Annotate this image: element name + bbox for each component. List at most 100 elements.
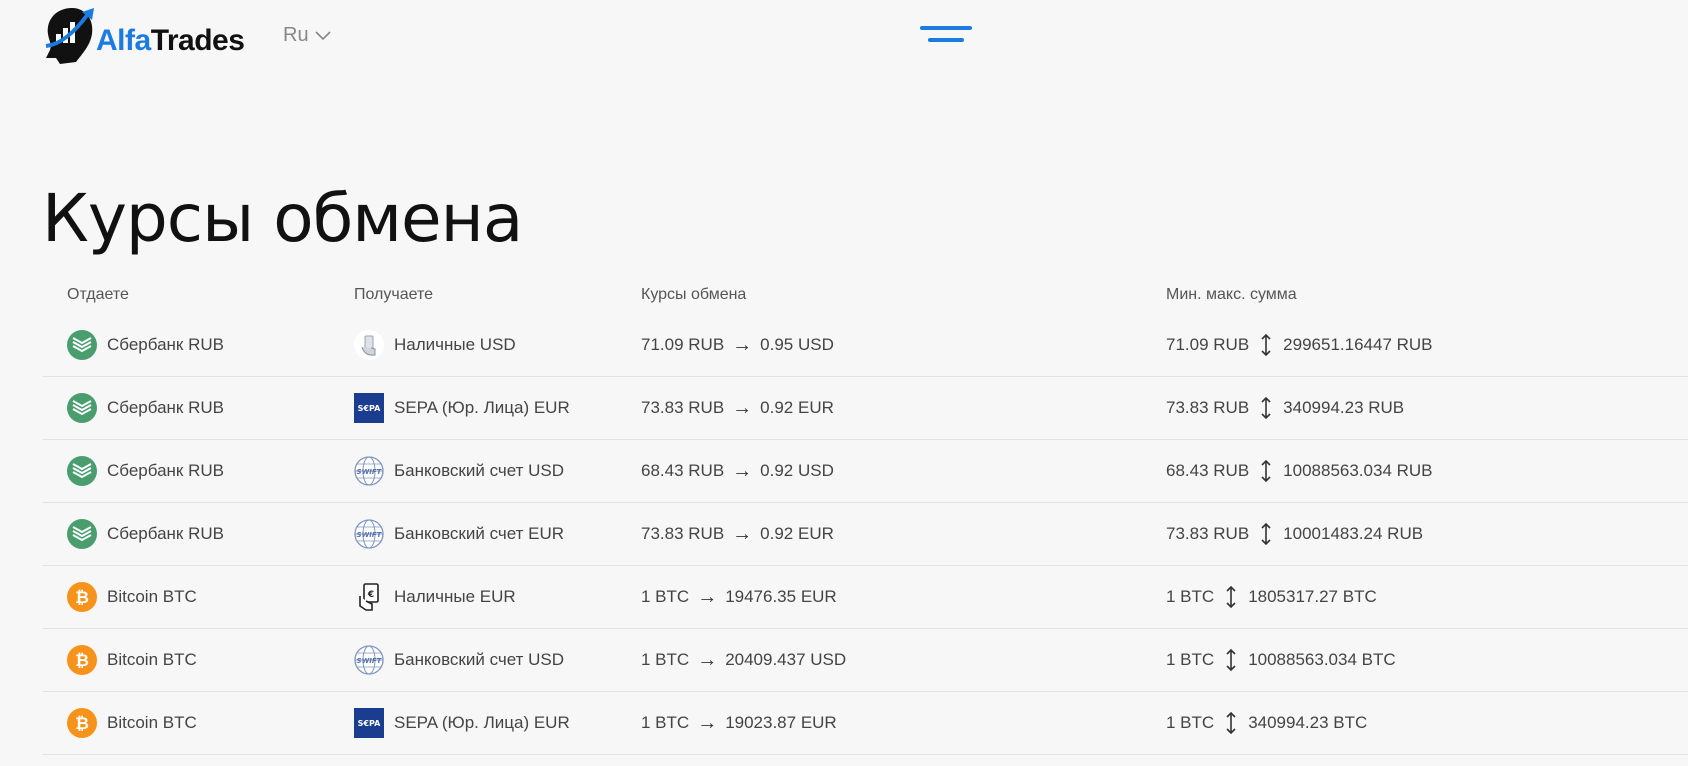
give-currency: Сбербанк RUB: [107, 398, 224, 417]
give-cell: Сбербанк RUB: [67, 377, 224, 439]
arrow-up-down-icon: [1261, 333, 1271, 357]
get-cell: SWIFT Банковский счет USD: [354, 629, 564, 691]
rate-cell: 73.83 RUB → 0.92 EUR: [641, 377, 834, 439]
rate-cell: 71.09 RUB → 0.95 USD: [641, 314, 834, 376]
language-label: Ru: [283, 24, 309, 46]
logo-head-icon: [45, 8, 94, 64]
bitcoin-icon: ₿: [67, 708, 97, 738]
get-cell: S€PA SEPA (Юр. Лица) EUR: [354, 377, 570, 439]
give-currency: Bitcoin BTC: [107, 713, 197, 732]
arrow-up-down-icon: [1226, 648, 1236, 672]
max-amount: 340994.23 RUB: [1283, 398, 1405, 417]
limits-cell: 1 BTC 340994.23 BTC: [1166, 692, 1367, 754]
header: AlfaTrades Ru: [0, 0, 1688, 80]
arrow-right-icon: →: [697, 585, 718, 608]
logo-text: AlfaTrades: [96, 24, 245, 58]
give-cell: ₿ Bitcoin BTC: [67, 629, 197, 691]
exchange-rates-table: Отдаете Получаете Курсы обмена Мин. макс…: [42, 278, 1688, 755]
table-row[interactable]: Сбербанк RUB SWIFT Банковский счет EUR 73…: [42, 503, 1688, 566]
arrow-up-down-icon: [1261, 459, 1271, 483]
logo[interactable]: AlfaTrades: [42, 4, 252, 66]
rate-cell: 1 BTC → 20409.437 USD: [641, 629, 846, 691]
get-currency: Наличные EUR: [394, 587, 516, 606]
max-amount: 1805317.27 BTC: [1248, 587, 1377, 606]
hamburger-menu-button[interactable]: [920, 24, 974, 48]
sberbank-icon: [67, 456, 97, 486]
get-currency: Наличные USD: [394, 335, 516, 354]
swift-icon: SWIFT: [354, 456, 384, 486]
give-currency: Сбербанк RUB: [107, 461, 224, 480]
sberbank-icon: [67, 330, 97, 360]
max-amount: 299651.16447 RUB: [1283, 335, 1433, 354]
logo-text-alfa: Alfa: [96, 24, 151, 57]
table-row[interactable]: ₿ Bitcoin BTC S€PA SEPA (Юр. Лица) EUR 1 …: [42, 692, 1688, 755]
give-cell: Сбербанк RUB: [67, 440, 224, 502]
table-header: Отдаете Получаете Курсы обмена Мин. макс…: [42, 278, 1688, 314]
get-currency: Банковский счет USD: [394, 650, 565, 669]
arrow-right-icon: →: [697, 711, 718, 734]
svg-text:₿: ₿: [75, 588, 89, 608]
rate-to: 0.92 EUR: [760, 524, 834, 543]
rate-cell: 1 BTC → 19476.35 EUR: [641, 566, 837, 628]
cash-euro-icon: €: [354, 582, 384, 612]
cash-hand-icon: [354, 330, 384, 360]
give-cell: ₿ Bitcoin BTC: [67, 566, 197, 628]
arrow-right-icon: →: [732, 459, 753, 482]
column-header-limits: Мин. макс. сумма: [1166, 286, 1297, 303]
sepa-icon: S€PA: [354, 708, 384, 738]
min-amount: 1 BTC: [1166, 587, 1215, 606]
sepa-icon: S€PA: [354, 393, 384, 423]
give-cell: Сбербанк RUB: [67, 314, 224, 376]
rate-from: 1 BTC: [641, 587, 690, 606]
limits-cell: 73.83 RUB 340994.23 RUB: [1166, 377, 1404, 439]
rate-to: 19023.87 EUR: [725, 713, 837, 732]
table-row[interactable]: ₿ Bitcoin BTC € Наличные EUR 1 BTC → 19476.…: [42, 566, 1688, 629]
min-amount: 73.83 RUB: [1166, 524, 1250, 543]
column-header-get: Получаете: [354, 286, 434, 303]
page-title: Курсы обмена: [42, 180, 523, 257]
table-row[interactable]: Сбербанк RUB Наличные USD 71.09 RUB → 0.95 …: [42, 314, 1688, 377]
limits-cell: 68.43 RUB 10088563.034 RUB: [1166, 440, 1433, 502]
get-cell: S€PA SEPA (Юр. Лица) EUR: [354, 692, 570, 754]
min-amount: 1 BTC: [1166, 650, 1215, 669]
rate-from: 68.43 RUB: [641, 461, 725, 480]
get-currency: SEPA (Юр. Лица) EUR: [394, 398, 570, 417]
arrow-right-icon: →: [732, 333, 753, 356]
limits-cell: 73.83 RUB 10001483.24 RUB: [1166, 503, 1423, 565]
language-selector[interactable]: Ru: [283, 24, 331, 47]
get-currency: Банковский счет EUR: [394, 524, 565, 543]
limits-cell: 1 BTC 10088563.034 BTC: [1166, 629, 1396, 691]
rate-from: 73.83 RUB: [641, 398, 725, 417]
swift-icon: SWIFT: [354, 645, 384, 675]
give-currency: Сбербанк RUB: [107, 524, 224, 543]
arrow-right-icon: →: [697, 648, 718, 671]
arrow-right-icon: →: [732, 396, 753, 419]
limits-cell: 71.09 RUB 299651.16447 RUB: [1166, 314, 1433, 376]
rate-to: 20409.437 USD: [725, 650, 847, 669]
swift-icon: SWIFT: [354, 519, 384, 549]
give-cell: Сбербанк RUB: [67, 503, 224, 565]
hamburger-line-top: [920, 26, 972, 30]
chevron-down-icon: [315, 30, 331, 40]
rate-cell: 68.43 RUB → 0.92 USD: [641, 440, 834, 502]
give-cell: ₿ Bitcoin BTC: [67, 692, 197, 754]
sberbank-icon: [67, 393, 97, 423]
table-row[interactable]: Сбербанк RUB SWIFT Банковский счет USD 68…: [42, 440, 1688, 503]
rate-to: 0.92 USD: [760, 461, 834, 480]
rate-from: 73.83 RUB: [641, 524, 725, 543]
arrow-right-icon: →: [732, 522, 753, 545]
min-amount: 1 BTC: [1166, 713, 1215, 732]
max-amount: 10088563.034 BTC: [1248, 650, 1396, 669]
svg-text:SWIFT: SWIFT: [357, 531, 383, 539]
svg-text:€: €: [367, 590, 374, 600]
table-row[interactable]: ₿ Bitcoin BTC SWIFT Банковский счет USD 1…: [42, 629, 1688, 692]
table-row[interactable]: Сбербанк RUB S€PA SEPA (Юр. Лица) EUR 73.…: [42, 377, 1688, 440]
sberbank-icon: [67, 519, 97, 549]
get-currency: SEPA (Юр. Лица) EUR: [394, 713, 570, 732]
svg-text:S€PA: S€PA: [358, 404, 381, 413]
column-header-give: Отдаете: [67, 286, 129, 303]
get-currency: Банковский счет USD: [394, 461, 565, 480]
rate-cell: 1 BTC → 19023.87 EUR: [641, 692, 837, 754]
max-amount: 10001483.24 RUB: [1283, 524, 1424, 543]
give-currency: Сбербанк RUB: [107, 335, 224, 354]
